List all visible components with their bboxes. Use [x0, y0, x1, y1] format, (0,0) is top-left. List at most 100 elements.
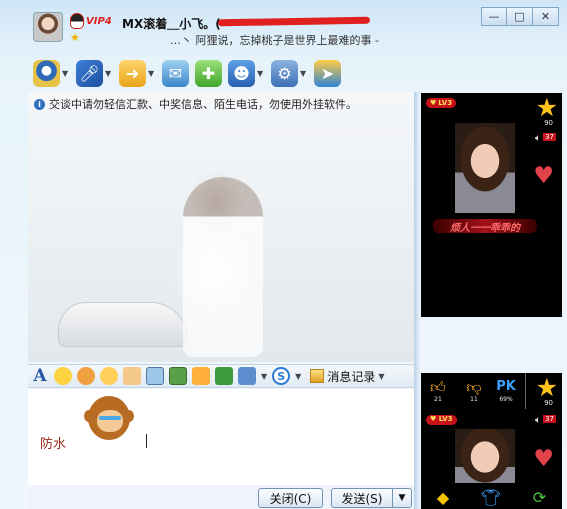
message-input-text: 防水 — [40, 437, 67, 452]
star-icon[interactable]: ★ — [536, 95, 558, 120]
show-banner: 烦人一一乖乖的 — [433, 219, 537, 234]
speaker-icon[interactable]: 🔈︎ — [535, 415, 541, 426]
shirt-icon[interactable]: 👕︎ — [481, 490, 501, 506]
shake-window-icon[interactable] — [123, 367, 141, 385]
title-bar: VIP4 ★ MX滚着＿小飞。( …丶 阿狸说，忘掉桃子是世界上最难的事 - —… — [0, 0, 567, 52]
level-badge: ♥ LV3 — [426, 415, 457, 425]
level-badge: ♥ LV3 — [426, 98, 457, 108]
panel-divider[interactable] — [414, 92, 420, 509]
contact-info-button[interactable]: ☻ ▼ — [228, 59, 265, 87]
show-actions: ◆ 👕︎ ⟳ — [421, 487, 562, 509]
font-button[interactable]: A — [31, 366, 49, 386]
chevron-down-icon[interactable]: ▼ — [105, 69, 113, 78]
settings-button[interactable]: ⚙ ▼ — [271, 59, 308, 87]
heart-icon[interactable]: ♥ — [533, 165, 554, 188]
monkey-face — [97, 410, 123, 432]
message-history-label: 消息记录 — [327, 369, 376, 384]
pk-stat[interactable]: PK 69% — [493, 378, 519, 403]
contact-signature: …丶 阿狸说，忘掉桃子是世界上最难的事 - — [170, 34, 379, 47]
picture-icon: ✉ — [162, 59, 189, 87]
monkey-emoticon-icon — [84, 396, 134, 442]
folder-icon: ➜ — [119, 59, 146, 87]
contact-icon: ☻ — [228, 59, 255, 87]
star-icon[interactable]: ★ — [536, 375, 558, 400]
info-icon: i — [34, 98, 45, 110]
qq-show-panel[interactable]: ♥ LV3 ★ 90 🔈︎ 37 ♥ 烦人一一乖乖的 — [421, 93, 562, 317]
message-input[interactable]: 防水 — [28, 389, 414, 485]
emoticon-icon[interactable] — [54, 367, 72, 385]
dislike-stat[interactable]: 👎︎ 11 — [461, 378, 487, 403]
chat-window: VIP4 ★ MX滚着＿小飞。( …丶 阿狸说，忘掉桃子是世界上最难的事 - —… — [0, 0, 567, 509]
send-image-icon[interactable] — [169, 367, 187, 385]
like-count: 21 — [434, 396, 442, 403]
level-text: LV3 — [438, 415, 453, 423]
heart-icon[interactable]: ♥ — [533, 448, 554, 471]
format-toolbar: A ▼ S ▼ 消息记录 ▼ — [28, 364, 414, 388]
music-icon[interactable] — [215, 367, 233, 385]
chevron-down-icon[interactable]: ▼ — [62, 69, 70, 78]
chevron-down-icon[interactable]: ▼ — [261, 372, 267, 381]
app-button[interactable]: ➤ — [314, 59, 341, 87]
video-call-button[interactable]: ▼ — [33, 59, 70, 87]
send-file-button[interactable]: ➜ ▼ — [119, 59, 156, 87]
volume-badge: 37 — [543, 133, 556, 141]
create-group-button[interactable]: ✚ — [195, 59, 222, 87]
chevron-down-icon: ▼ — [378, 371, 385, 381]
vip-badge: VIP4 — [86, 16, 112, 27]
like-stat[interactable]: 👍︎ 21 — [425, 378, 451, 403]
microphone-icon: 🎤︎ — [76, 59, 103, 87]
volume-badge: 37 — [543, 415, 556, 423]
diamond-icon[interactable]: ◆ — [437, 490, 449, 506]
chevron-down-icon[interactable]: ▼ — [257, 69, 265, 78]
chevron-down-icon[interactable]: ▼ — [300, 69, 308, 78]
chevron-down-icon[interactable]: ▼ — [295, 372, 301, 381]
contact-nickname: MX滚着＿小飞。( — [122, 17, 221, 31]
pk-icon: PK — [496, 379, 516, 394]
close-button[interactable]: 关闭(C) — [258, 488, 323, 508]
my-show-panel[interactable]: 👍︎ 21 👎︎ 11 PK 69% ★ 90 ♥ LV3 🔈︎ 37 ♥ ◆ … — [421, 373, 562, 509]
security-notice: i 交谈中请勿轻信汇款、中奖信息、陌生电话，勿使用外挂软件。 — [34, 96, 357, 112]
background-car-image — [58, 302, 188, 347]
level-text: LV3 — [438, 99, 453, 107]
show-portrait — [455, 429, 515, 483]
chat-history[interactable]: i 交谈中请勿轻信汇款、中奖信息、陌生电话，勿使用外挂软件。 — [28, 92, 414, 362]
close-window-button[interactable]: ✕ — [533, 7, 559, 26]
show-portrait — [455, 123, 515, 213]
webcam-icon — [33, 59, 60, 87]
message-history-button[interactable]: 消息记录 ▼ — [310, 368, 384, 385]
handwriting-icon[interactable] — [146, 367, 164, 385]
minimize-button[interactable]: — — [481, 7, 507, 26]
screenshot-icon[interactable] — [238, 367, 256, 385]
background-figure-image — [183, 177, 263, 357]
stat-separator — [525, 373, 526, 409]
sogou-icon[interactable]: S — [272, 367, 291, 385]
chevron-down-icon[interactable]: ▼ — [148, 69, 156, 78]
magic-emoticon-icon[interactable] — [77, 367, 95, 385]
send-options-button[interactable]: ▼ — [392, 488, 412, 508]
speaker-icon[interactable]: 🔈︎ — [535, 133, 541, 144]
star-count: 90 — [544, 119, 553, 127]
share-picture-button[interactable]: ✉ — [162, 59, 189, 87]
security-notice-text: 交谈中请勿轻信汇款、中奖信息、陌生电话，勿使用外挂软件。 — [49, 98, 357, 111]
text-cursor — [146, 434, 147, 448]
thumbs-down-icon: 👎︎ — [466, 378, 482, 396]
refresh-icon[interactable]: ⟳ — [533, 490, 546, 506]
window-controls: — □ ✕ — [481, 7, 559, 26]
add-icon: ✚ — [195, 59, 222, 87]
wink-emoticon-icon[interactable] — [100, 367, 118, 385]
star-count: 90 — [544, 399, 553, 407]
dislike-count: 11 — [470, 396, 478, 403]
history-icon — [310, 369, 325, 383]
contact-avatar[interactable] — [33, 12, 63, 42]
send-button[interactable]: 发送(S) — [331, 488, 393, 508]
settings-icon: ⚙ — [271, 59, 298, 87]
maximize-button[interactable]: □ — [507, 7, 533, 26]
voice-call-button[interactable]: 🎤︎ ▼ — [76, 59, 113, 87]
app-icon: ➤ — [314, 59, 341, 87]
button-bar: 关闭(C) 发送(S) ▼ — [28, 485, 414, 509]
main-toolbar: ▼ 🎤︎ ▼ ➜ ▼ ✉ ✚ ☻ ▼ ⚙ ▼ ➤ — [33, 56, 341, 90]
scrawl-icon[interactable] — [192, 367, 210, 385]
monkey-tears — [99, 416, 121, 420]
thumbs-up-icon: 👍︎ — [430, 378, 446, 396]
redaction-mark — [217, 16, 371, 27]
